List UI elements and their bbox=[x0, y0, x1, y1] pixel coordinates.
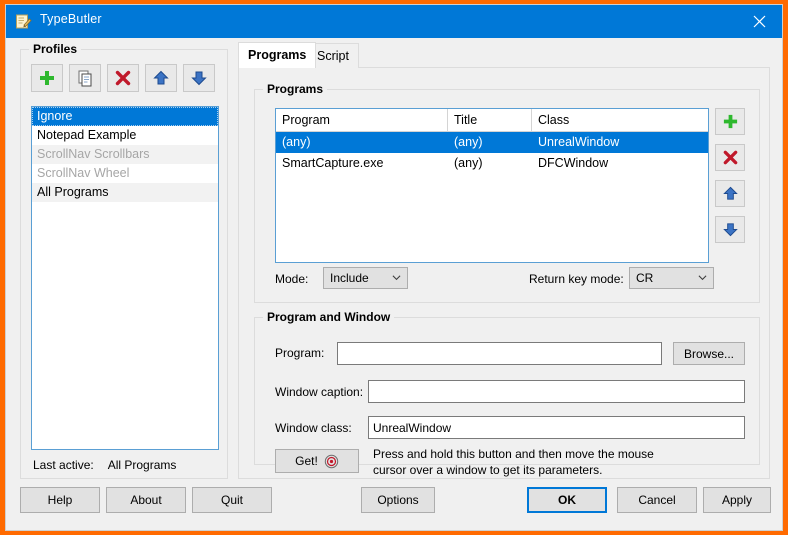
window-title: TypeButler bbox=[40, 12, 102, 26]
get-button[interactable]: Get! bbox=[275, 449, 359, 473]
program-label: Program: bbox=[275, 346, 324, 360]
profiles-group: Profiles bbox=[20, 49, 228, 479]
application-window: TypeButler Profiles bbox=[5, 4, 783, 531]
cell-class: UnrealWindow bbox=[532, 132, 708, 153]
profiles-group-title: Profiles bbox=[29, 42, 81, 56]
delete-profile-button[interactable] bbox=[107, 64, 139, 92]
move-program-up-button[interactable] bbox=[715, 180, 745, 207]
cell-program: SmartCapture.exe bbox=[276, 153, 448, 174]
window-caption-input[interactable] bbox=[368, 380, 745, 403]
cell-program: (any) bbox=[276, 132, 448, 153]
column-header-title[interactable]: Title bbox=[448, 109, 532, 131]
cancel-button[interactable]: Cancel bbox=[617, 487, 697, 513]
tab-strip: Programs Script bbox=[238, 43, 770, 68]
programs-toolbar bbox=[715, 108, 745, 252]
column-header-class[interactable]: Class bbox=[532, 109, 708, 131]
program-input[interactable] bbox=[337, 342, 662, 365]
return-key-mode-select[interactable]: CR bbox=[629, 267, 714, 289]
quit-button[interactable]: Quit bbox=[192, 487, 272, 513]
list-item[interactable]: All Programs bbox=[32, 183, 218, 202]
list-item[interactable]: Ignore bbox=[32, 107, 218, 126]
mode-value: Include bbox=[330, 271, 369, 285]
add-profile-button[interactable] bbox=[31, 64, 63, 92]
list-item[interactable]: ScrollNav Wheel bbox=[32, 164, 218, 183]
tab-programs[interactable]: Programs bbox=[238, 42, 316, 68]
get-hint-line-1: Press and hold this button and then move… bbox=[373, 446, 654, 462]
return-key-mode-value: CR bbox=[636, 271, 653, 285]
list-item[interactable]: ScrollNav Scrollbars bbox=[32, 145, 218, 164]
target-icon bbox=[324, 454, 339, 469]
close-icon[interactable] bbox=[737, 5, 782, 38]
list-item[interactable]: Notepad Example bbox=[32, 126, 218, 145]
window-class-input[interactable] bbox=[368, 416, 745, 439]
browse-button[interactable]: Browse... bbox=[673, 342, 745, 365]
get-button-label: Get! bbox=[295, 454, 318, 468]
chevron-down-icon bbox=[392, 273, 401, 282]
return-key-mode-label: Return key mode: bbox=[529, 272, 624, 286]
last-active-status: Last active: All Programs bbox=[33, 458, 176, 472]
table-header-row: Program Title Class bbox=[276, 109, 708, 132]
footer-button-bar: Help About Quit Options OK Cancel Apply bbox=[6, 487, 782, 531]
options-button[interactable]: Options bbox=[361, 487, 435, 513]
window-caption-label: Window caption: bbox=[275, 385, 363, 399]
move-profile-up-button[interactable] bbox=[145, 64, 177, 92]
table-row[interactable]: (any) (any) UnrealWindow bbox=[276, 132, 708, 153]
chevron-down-icon bbox=[698, 273, 707, 282]
window-class-label: Window class: bbox=[275, 421, 352, 435]
ok-button[interactable]: OK bbox=[527, 487, 607, 513]
get-button-hint: Press and hold this button and then move… bbox=[373, 446, 654, 478]
help-button[interactable]: Help bbox=[20, 487, 100, 513]
about-button[interactable]: About bbox=[106, 487, 186, 513]
programs-table[interactable]: Program Title Class (any) (any) UnrealWi… bbox=[275, 108, 709, 263]
note-pen-icon bbox=[15, 13, 32, 30]
profiles-toolbar bbox=[31, 64, 221, 92]
apply-button[interactable]: Apply bbox=[703, 487, 771, 513]
mode-select[interactable]: Include bbox=[323, 267, 408, 289]
move-program-down-button[interactable] bbox=[715, 216, 745, 243]
get-hint-line-2: cursor over a window to get its paramete… bbox=[373, 462, 654, 478]
column-header-program[interactable]: Program bbox=[276, 109, 448, 131]
last-active-label: Last active: bbox=[33, 458, 94, 472]
profiles-list[interactable]: Ignore Notepad Example ScrollNav Scrollb… bbox=[31, 106, 219, 450]
table-row[interactable]: SmartCapture.exe (any) DFCWindow bbox=[276, 153, 708, 174]
cell-class: DFCWindow bbox=[532, 153, 708, 174]
duplicate-profile-button[interactable] bbox=[69, 64, 101, 92]
title-bar: TypeButler bbox=[6, 5, 782, 38]
cell-title: (any) bbox=[448, 153, 532, 174]
move-profile-down-button[interactable] bbox=[183, 64, 215, 92]
program-and-window-group-title: Program and Window bbox=[263, 310, 394, 324]
programs-group: Programs Program Title Class (any) (any)… bbox=[254, 89, 760, 303]
programs-group-title: Programs bbox=[263, 82, 327, 96]
cell-title: (any) bbox=[448, 132, 532, 153]
delete-program-button[interactable] bbox=[715, 144, 745, 171]
last-active-value: All Programs bbox=[108, 458, 177, 472]
add-program-button[interactable] bbox=[715, 108, 745, 135]
mode-label: Mode: bbox=[275, 272, 308, 286]
program-and-window-group: Program and Window Program: Browse... Wi… bbox=[254, 317, 760, 465]
